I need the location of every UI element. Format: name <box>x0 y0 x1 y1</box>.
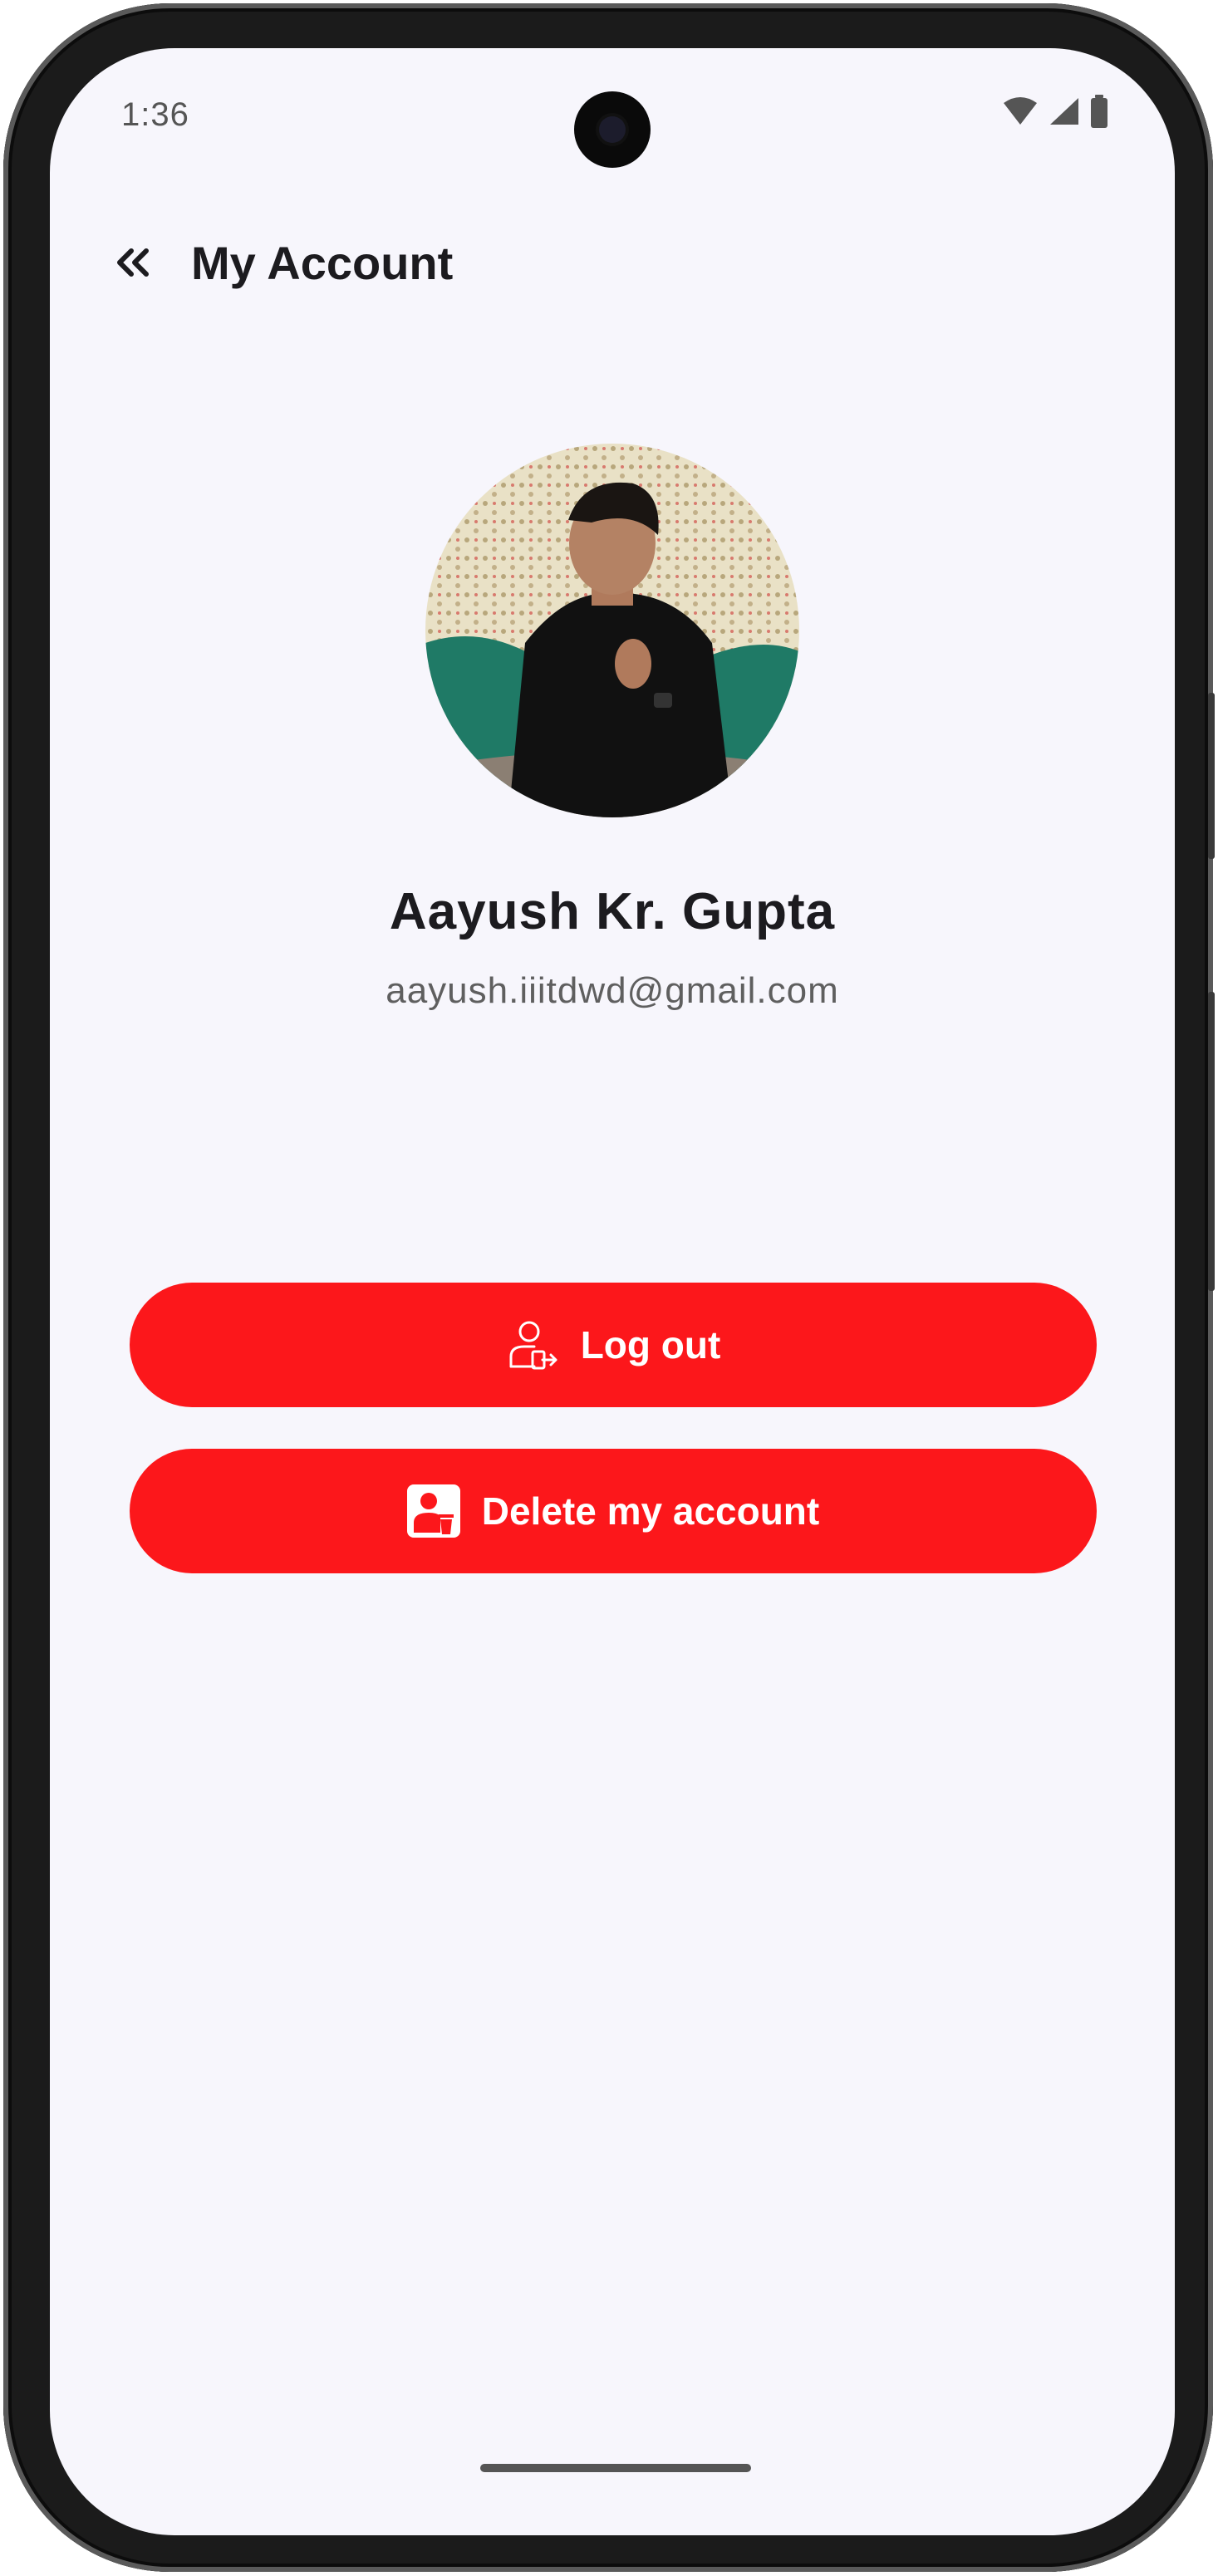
delete-account-button[interactable]: Delete my account <box>130 1449 1097 1573</box>
delete-account-icon <box>406 1484 460 1538</box>
user-name: Aayush Kr. Gupta <box>389 883 836 940</box>
user-email: aayush.iiitdwd@gmail.com <box>386 970 839 1011</box>
double-chevron-left-icon <box>117 248 149 277</box>
home-indicator[interactable] <box>480 2464 751 2472</box>
logout-label: Log out <box>580 1323 721 1367</box>
app-screen: 1:36 My Account Aayush Kr. Gupta aayush.… <box>50 48 1175 2535</box>
user-logout-icon <box>506 1318 559 1371</box>
status-icons <box>1002 95 1108 128</box>
cell-signal-icon <box>1050 98 1078 125</box>
logout-button[interactable]: Log out <box>130 1283 1097 1407</box>
battery-icon <box>1091 95 1107 128</box>
back-button[interactable] <box>100 229 166 296</box>
power-button <box>1208 693 1215 859</box>
front-camera <box>574 91 651 168</box>
avatar-photo <box>425 444 799 817</box>
status-time: 1:36 <box>121 96 189 133</box>
profile-avatar[interactable] <box>425 444 799 817</box>
wifi-icon <box>1004 97 1037 125</box>
delete-account-label: Delete my account <box>481 1489 820 1533</box>
page-title: My Account <box>191 237 454 289</box>
phone-frame: 1:36 My Account Aayush Kr. Gupta aayush.… <box>3 3 1215 2572</box>
volume-button <box>1208 992 1215 1291</box>
